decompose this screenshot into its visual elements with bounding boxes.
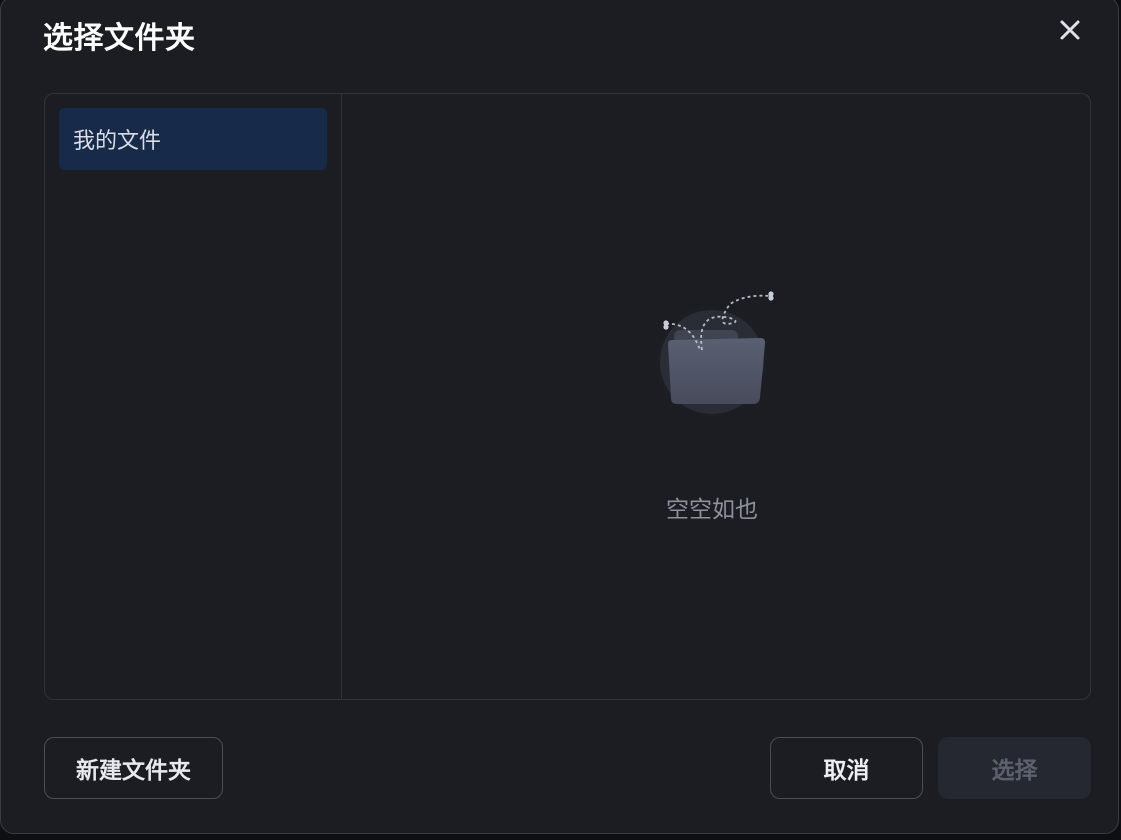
close-button[interactable] xyxy=(1055,15,1085,45)
select-folder-dialog: 选择文件夹 我的文件 空空如也 新建文件夹 取消 选择 xyxy=(0,0,1119,834)
sidebar-item-my-files[interactable]: 我的文件 xyxy=(59,108,327,170)
select-button[interactable]: 选择 xyxy=(938,737,1091,799)
empty-state-label: 空空如也 xyxy=(666,497,758,523)
close-icon xyxy=(1060,20,1080,40)
folder-content-area: 空空如也 xyxy=(342,94,1090,699)
folder-browser-panel: 我的文件 空空如也 xyxy=(44,93,1091,700)
dialog-title: 选择文件夹 xyxy=(43,21,196,56)
sidebar-item-label: 我的文件 xyxy=(73,129,162,154)
folder-sidebar: 我的文件 xyxy=(45,94,342,699)
empty-state-text: 空空如也 xyxy=(342,490,1090,524)
cancel-button[interactable]: 取消 xyxy=(770,737,923,799)
new-folder-button[interactable]: 新建文件夹 xyxy=(44,737,223,799)
empty-folder-icon xyxy=(650,290,780,420)
